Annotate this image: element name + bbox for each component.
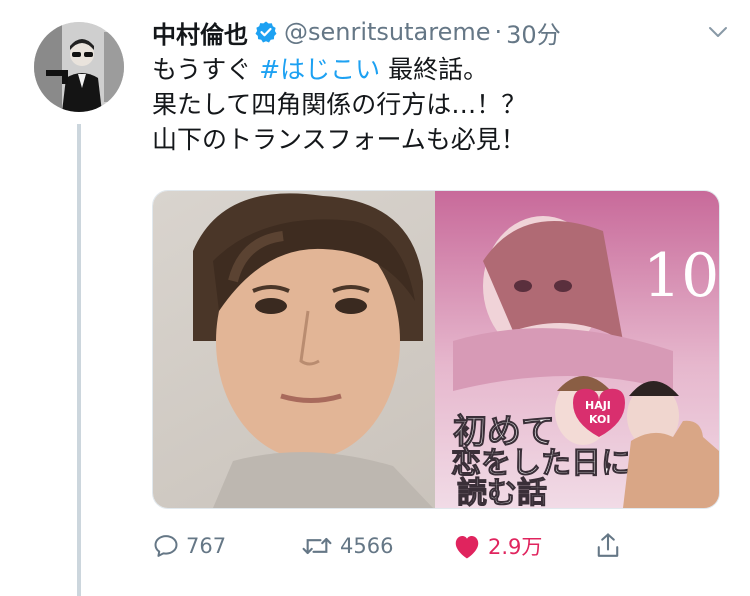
retweet-button[interactable]: 4566 (300, 528, 393, 564)
heart-icon (455, 536, 479, 559)
tweet-media[interactable]: 10 初めて 恋をした日に 読む話 HAJI KOI (152, 190, 720, 509)
avatar-image (34, 22, 124, 112)
text-suffix: 最終話。 (380, 55, 489, 84)
text-prefix: もうすぐ (152, 55, 260, 84)
timestamp[interactable]: 30分 (506, 15, 561, 50)
like-count: 2.9万 (488, 535, 543, 559)
tweet-text-line-1: もうすぐ #はじこい 最終話。 (152, 52, 712, 87)
chevron-down-icon[interactable] (706, 20, 730, 44)
verified-badge-icon (255, 21, 277, 43)
retweet-icon (302, 537, 332, 555)
reply-icon (154, 535, 178, 557)
badge-line-1: HAJI (585, 399, 611, 412)
tweet-header: 中村倫也 @senritsutareme · 30分 (152, 14, 690, 50)
reply-count: 767 (186, 534, 227, 558)
share-icon (597, 533, 619, 557)
share-button[interactable] (594, 528, 628, 564)
display-name[interactable]: 中村倫也 (152, 15, 248, 50)
avatar[interactable] (34, 22, 124, 112)
media-photo: 10 初めて 恋をした日に 読む話 HAJI KOI (153, 191, 719, 508)
tweet-actions: 767 4566 2.9万 (152, 528, 718, 564)
like-button[interactable]: 2.9万 (452, 528, 542, 564)
separator-dot: · (494, 18, 503, 46)
retweet-count: 4566 (340, 534, 394, 558)
hashtag-link[interactable]: #はじこい (259, 55, 380, 84)
thread-line (77, 124, 81, 596)
badge-line-2: KOI (589, 413, 610, 426)
tweet-text: もうすぐ #はじこい 最終話。 果たして四角関係の行方は…！？ 山下のトランスフ… (152, 52, 712, 157)
tweet-text-line-2: 果たして四角関係の行方は…！？ (152, 90, 527, 119)
book-title-line-3: 読む話 (457, 476, 547, 508)
reply-button[interactable]: 767 (152, 528, 226, 564)
book-volume-number: 10 (643, 241, 719, 311)
handle[interactable]: @senritsutareme (284, 18, 491, 46)
tweet-text-line-3: 山下のトランスフォームも必見！ (152, 125, 526, 154)
